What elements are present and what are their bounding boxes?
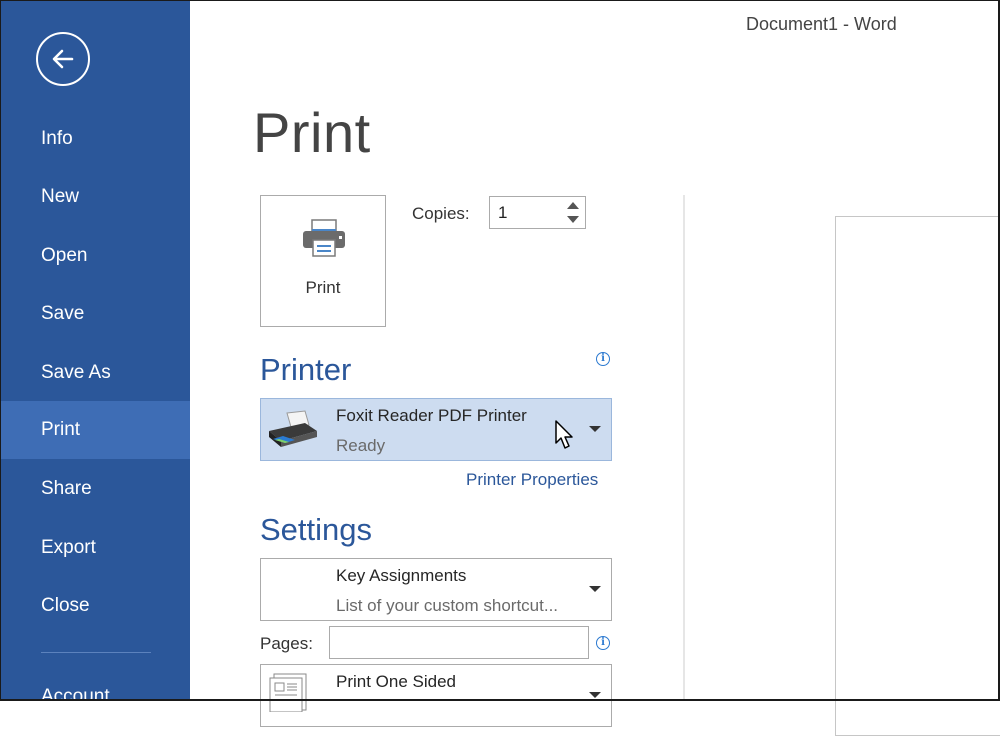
sidebar-item-new[interactable]: New	[0, 168, 190, 226]
increment-icon[interactable]	[567, 202, 579, 209]
sidebar-item-close[interactable]: Close	[0, 577, 190, 635]
sidebar-item-info[interactable]: Info	[0, 110, 190, 168]
window-title: Document1 - Word	[746, 14, 897, 34]
print-button[interactable]: Print	[260, 195, 386, 327]
sidebar-item-save-as[interactable]: Save As	[0, 344, 190, 402]
pages-field[interactable]	[329, 626, 589, 659]
back-arrow-icon	[52, 49, 74, 69]
page-title: Print	[253, 101, 371, 164]
sidebar-item-account[interactable]: Account	[0, 668, 190, 726]
printer-status: Ready	[336, 436, 386, 455]
printer-name: Foxit Reader PDF Printer	[336, 406, 527, 425]
chevron-down-icon[interactable]	[589, 586, 601, 592]
one-sided-page-icon	[269, 673, 307, 712]
copies-label: Copies:	[412, 204, 470, 223]
print-what-subtitle: List of your custom shortcut...	[336, 596, 559, 615]
copies-value[interactable]: 1	[498, 203, 507, 223]
copies-stepper[interactable]: 1	[489, 196, 586, 229]
print-sides-title: Print One Sided	[336, 672, 457, 691]
sidebar-item-print[interactable]: Print	[0, 401, 190, 459]
sidebar-item-share[interactable]: Share	[0, 460, 190, 518]
decrement-icon[interactable]	[567, 216, 579, 223]
printer-icon	[303, 219, 345, 257]
pages-label: Pages:	[260, 634, 313, 653]
preview-divider	[683, 195, 685, 701]
print-preview-page	[835, 216, 1000, 736]
print-button-label: Print	[305, 278, 341, 297]
sidebar-item-open[interactable]: Open	[0, 227, 190, 285]
mouse-cursor-icon	[555, 420, 573, 449]
settings-heading: Settings	[260, 512, 373, 547]
printer-device-icon	[269, 410, 317, 447]
printer-info-icon[interactable]: i	[596, 352, 610, 366]
printer-heading: Printer	[260, 352, 352, 387]
print-sides-dropdown[interactable]: Print One Sided	[260, 664, 612, 727]
chevron-down-icon[interactable]	[589, 692, 601, 698]
back-button[interactable]	[36, 32, 90, 86]
pages-info-icon[interactable]: i	[596, 636, 610, 650]
pages-input[interactable]	[330, 627, 588, 658]
print-what-title: Key Assignments	[336, 566, 467, 585]
backstage-sidebar: Info New Open Save Save As Print Share E…	[0, 0, 190, 707]
print-what-dropdown[interactable]: Key Assignments List of your custom shor…	[260, 558, 612, 621]
sidebar-item-export[interactable]: Export	[0, 519, 190, 577]
chevron-down-icon[interactable]	[589, 426, 601, 432]
sidebar-divider	[41, 652, 151, 653]
sidebar-item-save[interactable]: Save	[0, 285, 190, 343]
printer-properties-link[interactable]: Printer Properties	[466, 470, 598, 490]
